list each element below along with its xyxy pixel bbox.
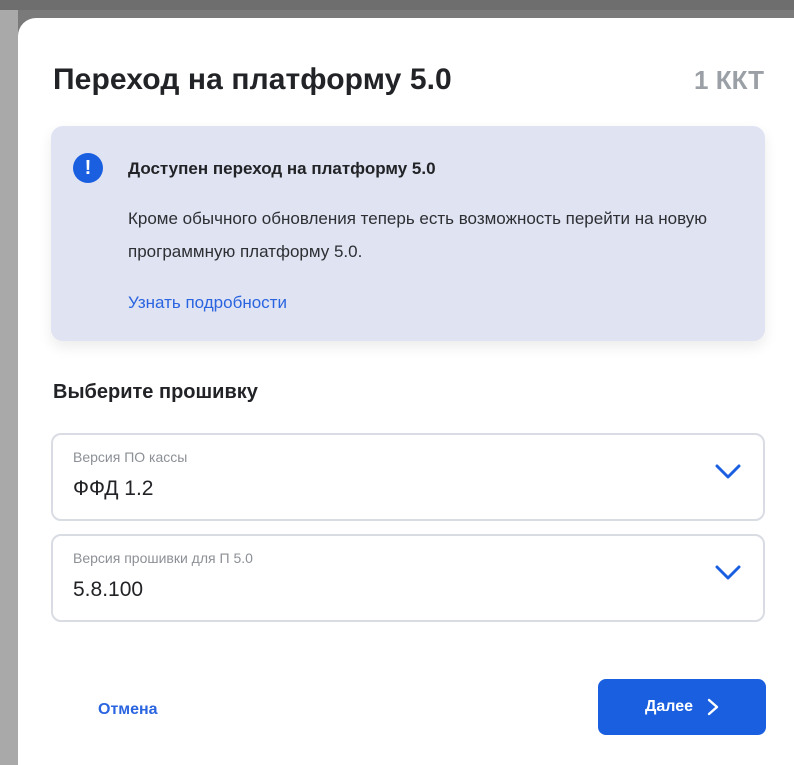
chevron-down-icon[interactable] [715, 564, 741, 582]
cancel-button[interactable]: Отмена [98, 701, 158, 719]
next-button[interactable]: Далее [598, 679, 766, 735]
next-button-label: Далее [644, 698, 694, 715]
info-text: Кроме обычного обновления теперь есть во… [128, 209, 708, 261]
backdrop-top [0, 0, 794, 10]
exclamation-icon: ! [73, 153, 103, 183]
backdrop-left [0, 10, 18, 765]
select-label: Версия ПО кассы [73, 449, 188, 465]
info-banner: ! Доступен переход на платформу 5.0 Кром… [51, 126, 765, 341]
firmware-version-select[interactable]: Версия прошивки для П 5.0 5.8.100 [51, 534, 765, 622]
software-version-select[interactable]: Версия ПО кассы ФФД 1.2 [51, 433, 765, 521]
chevron-down-icon[interactable] [715, 463, 741, 481]
device-count: 1 ККТ [694, 65, 764, 95]
dialog-title: Переход на платформу 5.0 [53, 63, 452, 96]
select-value: 5.8.100 [73, 578, 144, 601]
chevron-right-icon [707, 698, 719, 716]
learn-more-link[interactable]: Узнать подробности [128, 293, 287, 313]
info-title: Доступен переход на платформу 5.0 [128, 159, 436, 178]
section-title: Выберите прошивку [53, 381, 258, 403]
select-label: Версия прошивки для П 5.0 [73, 550, 253, 566]
firmware-dialog: Переход на платформу 5.0 1 ККТ ! Доступе… [18, 18, 794, 765]
select-value: ФФД 1.2 [73, 477, 154, 500]
